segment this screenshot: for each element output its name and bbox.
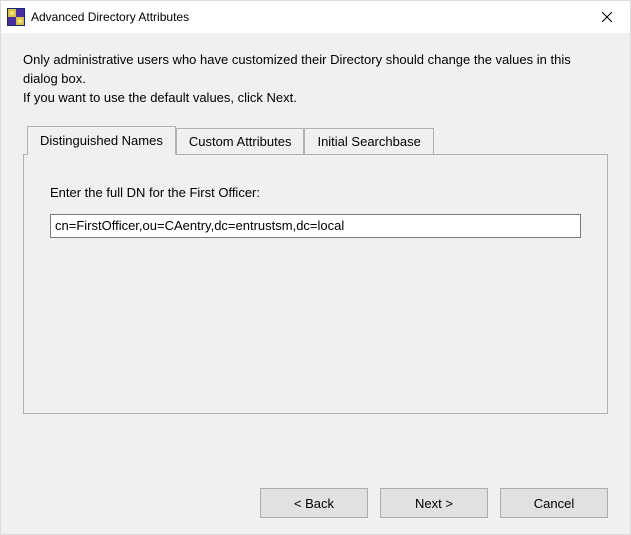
dn-input[interactable] xyxy=(50,214,581,238)
tab-label: Custom Attributes xyxy=(189,134,292,149)
tab-label: Initial Searchbase xyxy=(317,134,420,149)
client-area: Only administrative users who have custo… xyxy=(1,33,630,534)
dialog-window: Advanced Directory Attributes Only admin… xyxy=(0,0,631,535)
tab-distinguished-names[interactable]: Distinguished Names xyxy=(27,126,176,155)
intro-line2: If you want to use the default values, c… xyxy=(23,89,608,108)
close-icon xyxy=(602,12,612,22)
titlebar: Advanced Directory Attributes xyxy=(1,1,630,33)
wizard-buttons: < Back Next > Cancel xyxy=(260,488,608,518)
tab-custom-attributes[interactable]: Custom Attributes xyxy=(176,128,305,154)
back-button[interactable]: < Back xyxy=(260,488,368,518)
intro-line1: Only administrative users who have custo… xyxy=(23,51,608,89)
intro-text: Only administrative users who have custo… xyxy=(23,51,608,108)
tab-initial-searchbase[interactable]: Initial Searchbase xyxy=(304,128,433,154)
tab-label: Distinguished Names xyxy=(40,133,163,148)
next-button[interactable]: Next > xyxy=(380,488,488,518)
cancel-button[interactable]: Cancel xyxy=(500,488,608,518)
app-icon xyxy=(7,8,25,26)
close-button[interactable] xyxy=(584,1,630,33)
window-title: Advanced Directory Attributes xyxy=(31,1,584,33)
tab-strip: Distinguished Names Custom Attributes In… xyxy=(27,126,608,154)
dn-field-label: Enter the full DN for the First Officer: xyxy=(50,185,581,200)
tab-panel: Enter the full DN for the First Officer: xyxy=(23,154,608,414)
